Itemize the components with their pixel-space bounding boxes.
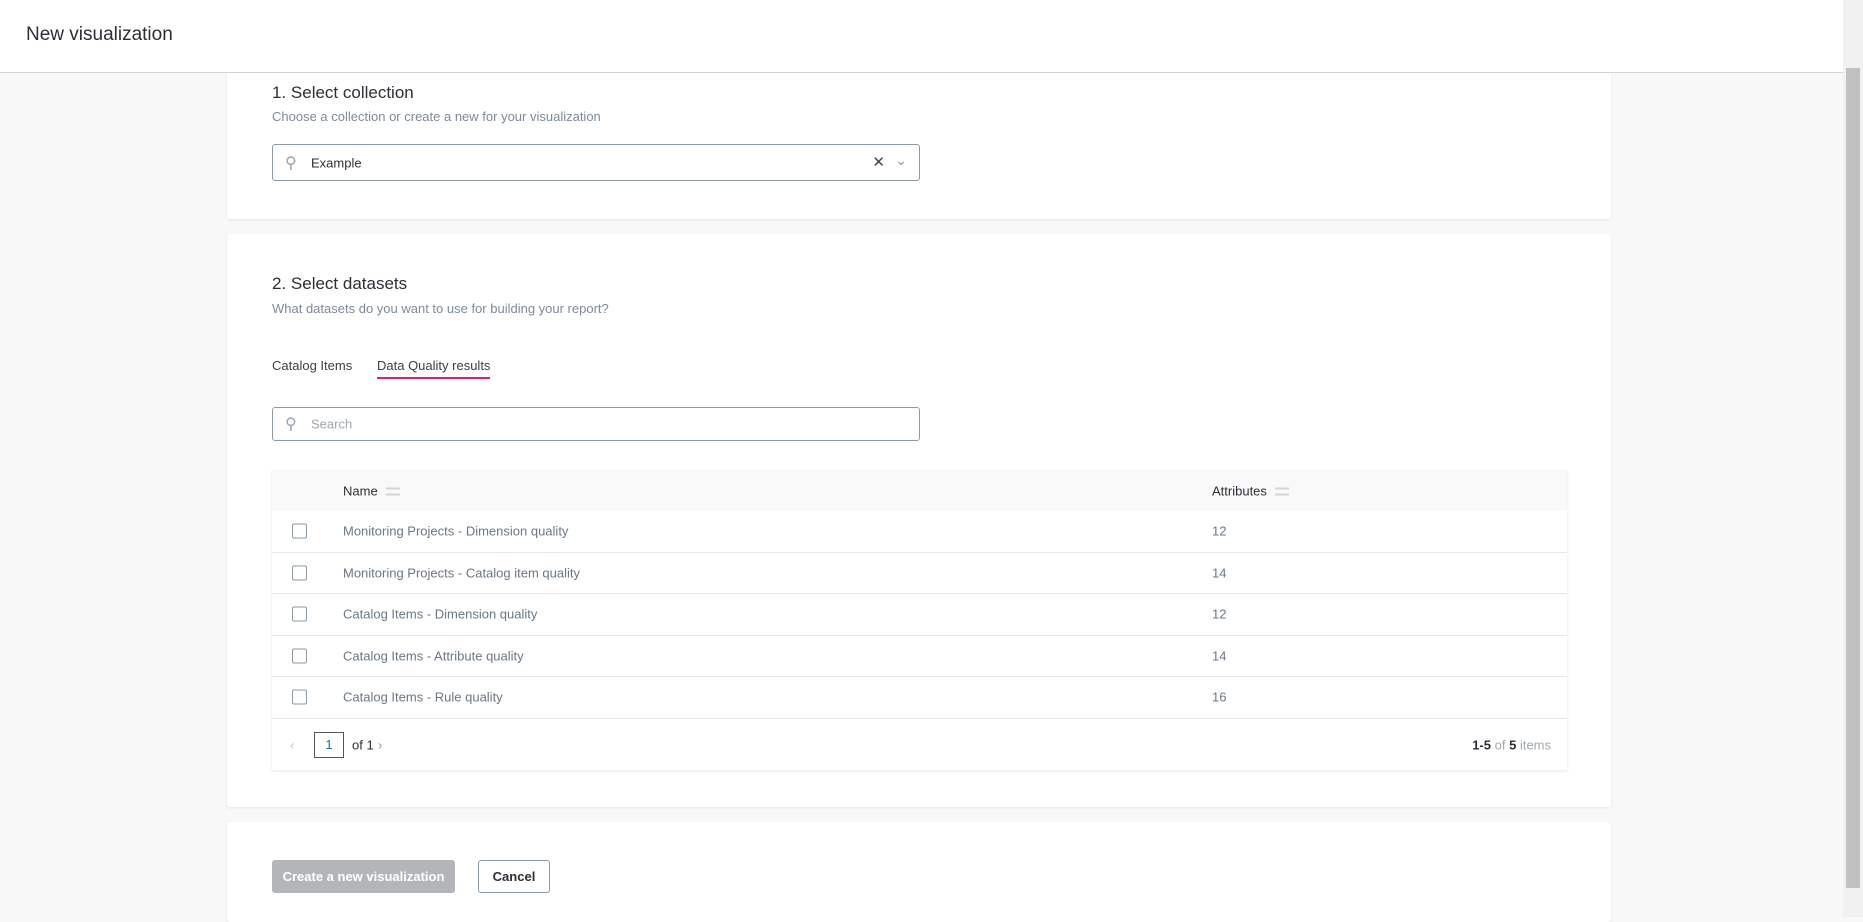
row-checkbox[interactable]	[292, 689, 307, 705]
row-checkbox[interactable]	[292, 565, 307, 581]
dataset-name: Catalog Items - Attribute quality	[343, 648, 524, 664]
collection-value: Example	[311, 155, 362, 170]
create-visualization-button[interactable]: Create a new visualization	[272, 860, 455, 893]
pagination: ‹ 1 of 1 › 1-5 of 5 items	[272, 719, 1567, 771]
header: New visualization	[0, 0, 1843, 73]
select-collection-card: 1. Select collection Choose a collection…	[227, 73, 1611, 219]
column-label: Attributes	[1212, 483, 1267, 498]
range: 1-5	[1472, 737, 1491, 752]
search-icon: ⚲	[285, 154, 297, 172]
items-label: items	[1519, 737, 1551, 752]
table-row[interactable]: Catalog Items - Attribute quality 14	[272, 636, 1567, 677]
chevron-down-icon[interactable]: ⌄	[895, 152, 907, 169]
dataset-attributes: 14	[1212, 648, 1227, 664]
items-summary: 1-5 of 5 items	[1472, 737, 1551, 752]
sort-icon[interactable]	[385, 487, 400, 496]
select-datasets-card: 2. Select datasets What datasets do you …	[227, 234, 1611, 807]
search-placeholder: Search	[311, 416, 353, 432]
dataset-attributes: 14	[1212, 565, 1227, 581]
column-name[interactable]: Name	[343, 483, 400, 498]
cancel-button[interactable]: Cancel	[478, 860, 550, 893]
next-page-icon[interactable]: ›	[378, 737, 382, 752]
search-icon: ⚲	[285, 416, 297, 433]
row-checkbox[interactable]	[292, 523, 307, 539]
of-label: of	[1494, 737, 1506, 752]
column-attributes[interactable]: Attributes	[1212, 483, 1289, 498]
table-row[interactable]: Monitoring Projects - Catalog item quali…	[272, 553, 1567, 594]
row-checkbox[interactable]	[292, 648, 307, 664]
page-title: New visualization	[26, 24, 173, 45]
tab-catalog-items[interactable]: Catalog Items	[272, 358, 352, 373]
dataset-attributes: 12	[1212, 523, 1227, 539]
table-header: Name Attributes	[272, 470, 1567, 511]
scrollbar-thumb[interactable]	[1846, 68, 1860, 888]
dataset-name: Catalog Items - Dimension quality	[343, 606, 538, 622]
table-row[interactable]: Catalog Items - Dimension quality 12	[272, 594, 1567, 636]
dataset-search-input[interactable]: ⚲ Search	[272, 407, 920, 441]
datasets-table: Name Attributes Monitoring Projects - Di…	[272, 470, 1567, 770]
dataset-attributes: 12	[1212, 606, 1227, 622]
total: 5	[1509, 737, 1517, 752]
scrollbar[interactable]	[1843, 0, 1863, 917]
collection-select[interactable]: ⚲ Example ✕ ⌄	[272, 144, 920, 181]
table-row[interactable]: Monitoring Projects - Dimension quality 1…	[272, 511, 1567, 553]
section-subtitle: Choose a collection or create a new for …	[272, 109, 601, 124]
dataset-attributes: 16	[1212, 689, 1227, 705]
section-subtitle: What datasets do you want to use for bui…	[272, 301, 609, 316]
clear-icon[interactable]: ✕	[872, 153, 885, 171]
dataset-name: Monitoring Projects - Dimension quality	[343, 523, 569, 539]
page-input[interactable]: 1	[314, 731, 344, 758]
prev-page-icon[interactable]: ‹	[290, 737, 294, 752]
tab-data-quality-results[interactable]: Data Quality results	[377, 358, 491, 379]
section-heading: 1. Select collection	[272, 83, 414, 102]
dataset-name: Monitoring Projects - Catalog item quali…	[343, 565, 580, 581]
page-count: of 1	[352, 737, 374, 752]
sort-icon[interactable]	[1274, 487, 1289, 496]
dataset-name: Catalog Items - Rule quality	[343, 689, 503, 705]
table-row[interactable]: Catalog Items - Rule quality 16	[272, 677, 1567, 719]
column-label: Name	[343, 483, 378, 498]
row-checkbox[interactable]	[292, 606, 307, 622]
section-heading: 2. Select datasets	[272, 274, 408, 293]
actions-card: Create a new visualization Cancel	[227, 822, 1611, 922]
